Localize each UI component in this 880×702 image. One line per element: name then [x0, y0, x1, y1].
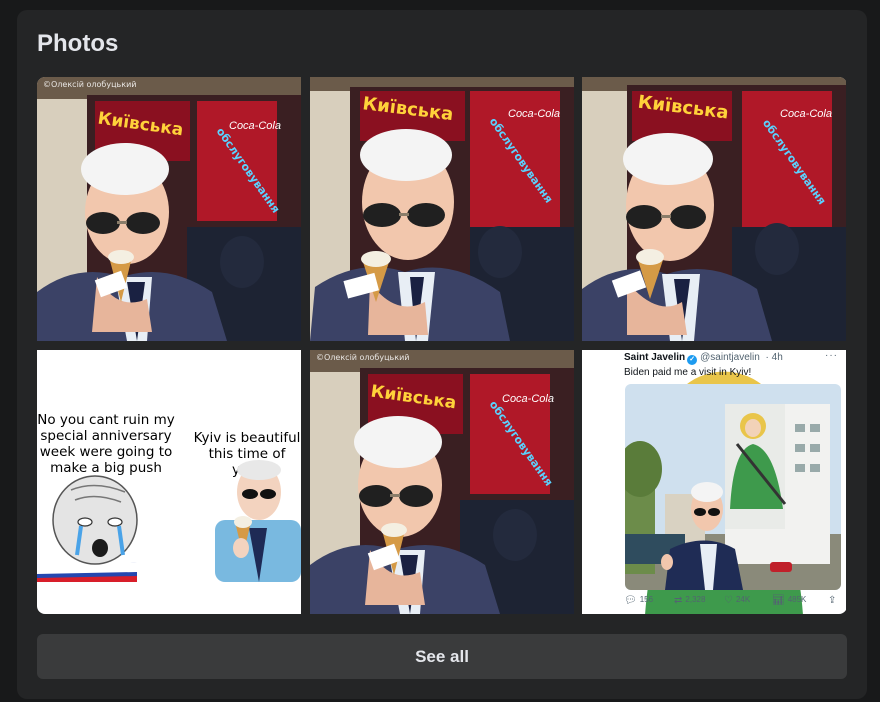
views-icon: 📊︎ — [772, 595, 785, 606]
views-action[interactable]: 📊︎ 485K — [772, 595, 806, 606]
heart-icon: ♡ — [724, 595, 733, 606]
share-icon: ⇪ — [828, 595, 837, 606]
photo-tile-6[interactable]: Saint Javelin ✓ @saintjavelin · 4h ··· Bid… — [582, 350, 846, 614]
photo-tile-4[interactable]: No you cant ruin my special anniversary … — [37, 350, 301, 614]
photos-card: Photos Київська обслуговування Coca-Cola — [17, 10, 867, 699]
like-count: 24K — [735, 595, 751, 604]
tweet-author-name: Saint Javelin — [624, 352, 686, 363]
photo-ice-cream-1: Київська обслуговування Coca-Cola — [37, 77, 301, 341]
tweet-author: Saint Javelin ✓ @saintjavelin · 4h — [624, 352, 783, 365]
verified-icon: ✓ — [687, 355, 698, 365]
photo-tile-1[interactable]: Київська обслуговування Coca-Cola ©Олекс… — [37, 77, 301, 341]
mural-photo — [625, 384, 841, 590]
retweet-action[interactable]: ⇄ 2,328 — [674, 595, 705, 606]
retweet-count: 2,328 — [685, 595, 706, 604]
reply-count: 156 — [639, 595, 654, 604]
reply-icon: 💬︎ — [624, 595, 637, 606]
tweet-text: Biden paid me a visit in Kyiv! — [624, 367, 752, 378]
brand-text: Coca-Cola — [780, 108, 832, 120]
photo-credit: ©Олексій олобуцький — [316, 353, 410, 362]
brand-text: Coca-Cola — [502, 393, 554, 405]
photo-tile-3[interactable]: Київська обслуговування Coca-Cola — [582, 77, 846, 341]
section-title: Photos — [37, 30, 119, 57]
share-action[interactable]: ⇪ — [828, 595, 839, 606]
brand-text: Coca-Cola — [229, 120, 281, 132]
meme-illustration — [37, 460, 301, 582]
tweet-media — [625, 384, 841, 590]
tweet-handle: @saintjavelin — [700, 352, 760, 363]
photo-tile-2[interactable]: Київська обслуговування Coca-Cola — [310, 77, 574, 341]
view-count: 485K — [787, 595, 807, 604]
photo-credit: ©Олексій олобуцький — [43, 80, 137, 89]
reply-action[interactable]: 💬︎ 156 — [624, 595, 653, 606]
like-action[interactable]: ♡ 24K — [724, 595, 750, 606]
more-options-icon: ··· — [825, 350, 838, 361]
photo-ice-cream-4: Київська обслуговування Coca-Cola — [310, 350, 574, 614]
see-all-button[interactable]: See all — [37, 634, 847, 679]
photo-ice-cream-3: Київська обслуговування Coca-Cola — [582, 77, 846, 341]
photo-tile-5[interactable]: Київська обслуговування Coca-Cola ©Олекс… — [310, 350, 574, 614]
photo-grid: Київська обслуговування Coca-Cola ©Олекс… — [37, 77, 847, 614]
brand-text: Coca-Cola — [508, 108, 560, 120]
photo-ice-cream-2: Київська обслуговування Coca-Cola — [310, 77, 574, 341]
tweet-actions: 💬︎ 156 ⇄ 2,328 ♡ 24K 📊︎ 485K ⇪ — [624, 595, 846, 609]
tweet-time: · 4h — [765, 352, 783, 363]
retweet-icon: ⇄ — [674, 595, 683, 606]
